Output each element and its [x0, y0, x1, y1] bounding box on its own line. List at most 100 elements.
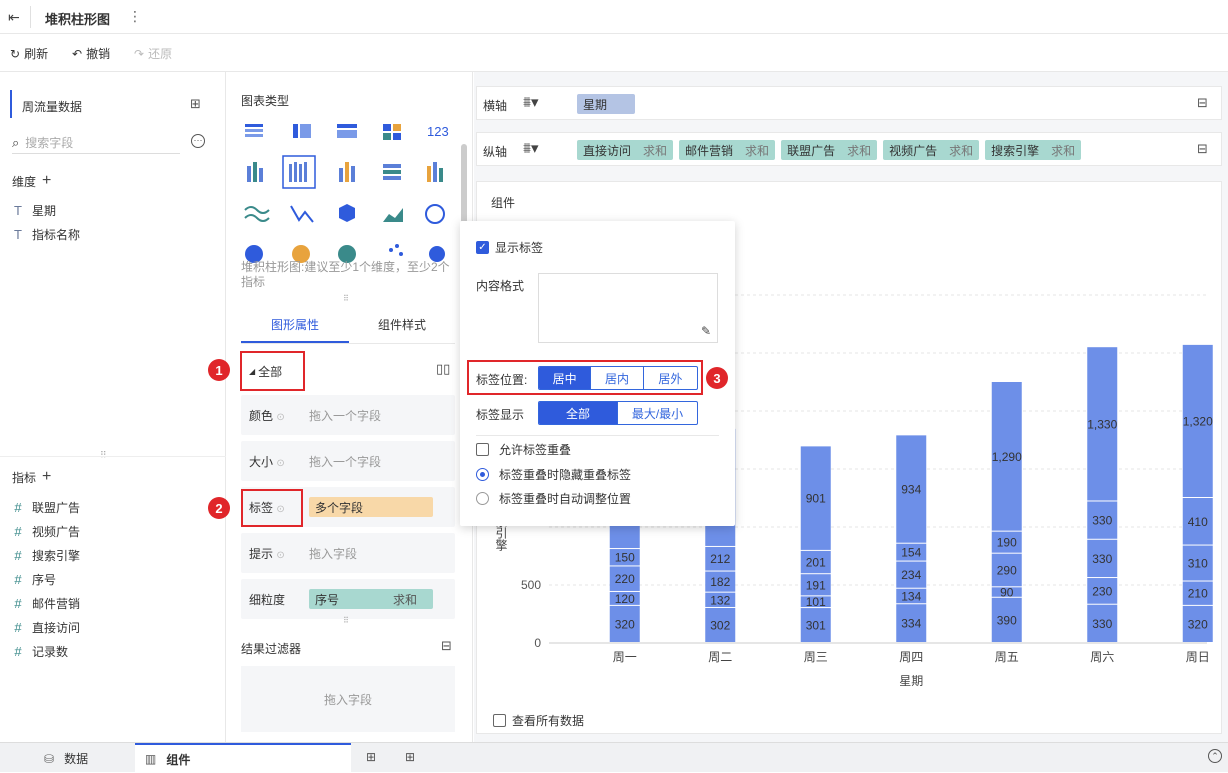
tooltip-dropzone[interactable]: 拖入字段: [309, 545, 357, 562]
y-field-chip[interactable]: 搜索引擎 求和: [985, 140, 1082, 160]
badge-2: 2: [208, 497, 230, 519]
y-field-chip[interactable]: 邮件营销 求和: [679, 140, 776, 160]
measure-item[interactable]: # 序号: [12, 567, 80, 591]
add-component-icon[interactable]: ⊞: [366, 750, 376, 764]
filter-settings-icon[interactable]: ⊟: [441, 638, 452, 654]
toolbar: ↻ 刷新 ↶ 撤销 ↷ 还原: [0, 34, 1228, 72]
tooltip-property[interactable]: 提示 ⊙ 拖入字段: [241, 533, 455, 573]
dimension-item-weekday[interactable]: T 星期: [12, 198, 80, 222]
undo-label: 撤销: [86, 47, 111, 61]
granularity-property[interactable]: 细粒度 序号 求和: [241, 579, 455, 619]
tab-shape-properties[interactable]: 图形属性: [241, 316, 349, 333]
view-all-data[interactable]: 查看所有数据: [493, 712, 584, 729]
exit-icon[interactable]: ⇤: [8, 9, 20, 26]
granularity-field-pill[interactable]: 序号 求和: [309, 589, 433, 609]
y-axis-sort-icon[interactable]: ⩩▾: [523, 139, 539, 157]
view-all-checkbox[interactable]: [493, 714, 506, 727]
x-tick-label: 周二: [708, 650, 732, 664]
page-title: 堆积柱形图: [45, 12, 111, 27]
measure-item[interactable]: # 记录数: [12, 639, 80, 663]
bottom-bar: ⛁ 数据 ▥ 组件 ⊞ ⊞ ⌃: [0, 742, 1228, 773]
size-dropzone[interactable]: 拖入一个字段: [309, 453, 381, 470]
auto-adjust-radio[interactable]: [476, 492, 489, 505]
checked-icon[interactable]: ✓: [476, 241, 489, 254]
number-field-icon: #: [14, 619, 22, 635]
add-dashboard-icon[interactable]: ⊞: [405, 750, 415, 764]
dataset-name[interactable]: 周流量数据: [22, 98, 82, 115]
more-options-icon[interactable]: ···: [191, 134, 205, 148]
color-property[interactable]: 颜色 ⊙ 拖入一个字段: [241, 395, 455, 435]
svg-text:123: 123: [427, 124, 449, 139]
redo-button[interactable]: ↷ 还原: [134, 45, 172, 62]
bar-chart-icon[interactable]: ▯▯: [436, 361, 450, 377]
y-field-chip[interactable]: 联盟广告 求和: [781, 140, 878, 160]
data-label: 190: [997, 536, 1017, 550]
measure-item[interactable]: # 邮件营销: [12, 591, 80, 615]
filter-dropzone[interactable]: 拖入字段: [241, 666, 455, 732]
y-field-chip[interactable]: 直接访问 求和: [577, 140, 674, 160]
display-max-min[interactable]: 最大/最小: [618, 402, 697, 424]
allow-overlap-option[interactable]: 允许标签重叠: [476, 441, 571, 458]
x-axis-settings-icon[interactable]: ⊟: [1197, 95, 1208, 111]
size-property[interactable]: 大小 ⊙ 拖入一个字段: [241, 441, 455, 481]
show-label-option[interactable]: ✓ 显示标签: [476, 239, 543, 256]
add-dimension-icon[interactable]: +: [42, 172, 51, 190]
allow-overlap-text: 允许标签重叠: [499, 443, 572, 457]
edit-icon[interactable]: ✎: [701, 324, 711, 338]
measure-label: 邮件营销: [32, 596, 81, 611]
add-measure-icon[interactable]: +: [42, 468, 51, 486]
data-label: 234: [901, 568, 921, 582]
allow-overlap-checkbox[interactable]: [476, 443, 489, 456]
x-field-name: 星期: [583, 97, 608, 112]
redo-icon: ↷: [134, 46, 145, 61]
search-input[interactable]: 搜索字段: [25, 134, 73, 151]
y-axis-settings-icon[interactable]: ⊟: [1197, 141, 1208, 157]
measure-item[interactable]: # 直接访问: [12, 615, 80, 639]
tab-data[interactable]: ⛁ 数据: [44, 750, 88, 767]
x-tick-label: 周六: [1090, 650, 1114, 664]
dimension-item-metric-name[interactable]: T 指标名称: [12, 222, 80, 246]
label-field-pill[interactable]: 多个字段: [309, 497, 433, 517]
measure-item[interactable]: # 搜索引擎: [12, 543, 80, 567]
data-label: 150: [615, 551, 635, 565]
dimension-list: T 星期 T 指标名称: [12, 198, 80, 246]
measure-label: 联盟广告: [32, 500, 81, 515]
auto-adjust-option[interactable]: 标签重叠时自动调整位置: [476, 490, 631, 507]
color-dropzone[interactable]: 拖入一个字段: [309, 407, 381, 424]
y-axis-fields: 直接访问 求和 邮件营销 求和 联盟广告 求和 视频广告 求和 搜索引擎 求和: [577, 140, 1087, 160]
tab-bar: 图形属性 组件样式: [241, 304, 455, 344]
tab-component[interactable]: ▥ 组件: [135, 743, 351, 773]
x-field-chip[interactable]: 星期: [577, 94, 635, 114]
content-format-input[interactable]: ✎: [538, 273, 718, 343]
y-field-chip[interactable]: 视频广告 求和: [883, 140, 980, 160]
refresh-button[interactable]: ↻ 刷新: [10, 45, 48, 62]
x-tick-label: 周三: [804, 650, 828, 664]
data-label: 210: [1188, 587, 1208, 601]
measure-item[interactable]: # 联盟广告: [12, 495, 80, 519]
switch-dataset-icon[interactable]: ⊞: [190, 96, 201, 112]
granularity-agg: 求和: [392, 592, 417, 607]
highlight-position: [467, 360, 703, 395]
resize-handle[interactable]: ⠿: [343, 294, 349, 303]
dimension-label: 星期: [32, 203, 57, 218]
x-axis-sort-icon[interactable]: ⩩▾: [523, 93, 539, 111]
field-search[interactable]: ⌕ 搜索字段: [12, 132, 180, 154]
measure-label: 序号: [32, 572, 57, 587]
y-field-name: 邮件营销: [685, 143, 734, 158]
display-all[interactable]: 全部: [539, 402, 618, 424]
x-axis-title: 星期: [899, 674, 923, 688]
hide-overlap-radio[interactable]: [476, 468, 489, 481]
x-tick-label: 周四: [899, 650, 923, 664]
dimension-header: 维度 +: [12, 172, 51, 190]
resize-handle[interactable]: ⠿: [343, 616, 349, 625]
hide-overlap-option[interactable]: 标签重叠时隐藏重叠标签: [476, 466, 631, 483]
undo-button[interactable]: ↶ 撤销: [72, 45, 110, 62]
more-icon[interactable]: ⋮: [128, 8, 142, 25]
collapse-icon[interactable]: ⌃: [1208, 749, 1222, 763]
measure-item[interactable]: # 视频广告: [12, 519, 80, 543]
data-label: 154: [901, 546, 921, 560]
data-label: 201: [806, 556, 826, 570]
tab-component-style[interactable]: 组件样式: [349, 316, 455, 333]
chart-type-grid[interactable]: 123: [237, 116, 457, 266]
data-label: 310: [1188, 557, 1208, 571]
